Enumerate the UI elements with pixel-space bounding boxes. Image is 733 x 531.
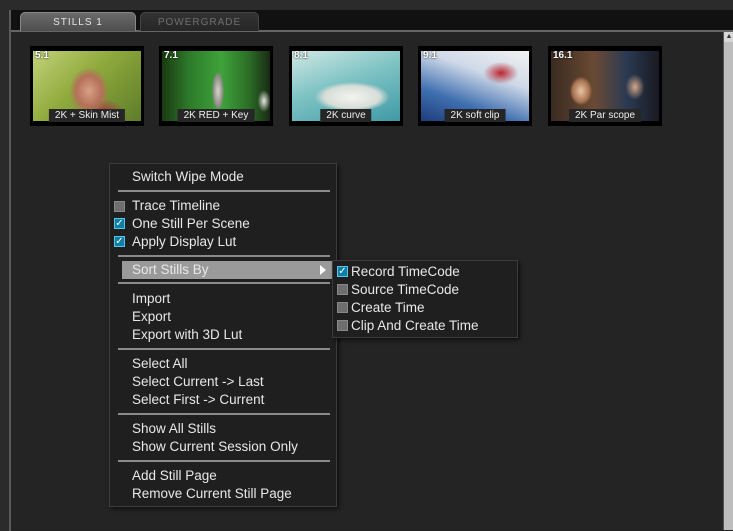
checkbox-checked-icon[interactable]: ✓ [114,218,125,229]
tab-powergrade[interactable]: POWERGRADE [140,12,259,31]
sort-submenu: ✓ Record TimeCode Source TimeCode Create… [332,260,518,338]
submenu-item-source-timecode[interactable]: Source TimeCode [351,281,459,299]
menu-separator [118,255,330,257]
menu-item-select-current-last[interactable]: Select Current -> Last [132,373,264,391]
checkbox-checked-icon[interactable]: ✓ [337,266,348,277]
checkbox-unchecked-icon[interactable] [337,302,348,313]
menu-item-show-current-session[interactable]: Show Current Session Only [132,438,298,456]
still-number: 9.1 [423,50,437,61]
menu-separator [118,190,330,192]
submenu-item-clip-and-create-time[interactable]: Clip And Create Time [351,317,479,335]
gallery-scrollbar[interactable]: ▲ [723,32,733,530]
menu-item-apply-display-lut[interactable]: Apply Display Lut [132,233,236,251]
menu-item-switch-wipe-mode[interactable]: Switch Wipe Mode [132,168,244,186]
still-thumbnail[interactable]: 8.1 2K curve [289,46,403,126]
still-number: 5.1 [35,50,49,61]
still-thumbnail[interactable]: 7.1 2K RED + Key [159,46,273,126]
still-number: 16.1 [553,50,573,61]
menu-separator [118,460,330,462]
tab-stills-1[interactable]: STILLS 1 [20,12,136,31]
still-label: 2K curve [320,109,372,122]
menu-item-one-still-per-scene[interactable]: One Still Per Scene [132,215,250,233]
menu-item-show-all-stills[interactable]: Show All Stills [132,420,216,438]
menu-item-select-all[interactable]: Select All [132,355,188,373]
menu-separator [118,413,330,415]
context-menu: Switch Wipe Mode Trace Timeline ✓ One St… [109,163,337,507]
scroll-up-icon[interactable]: ▲ [724,32,733,42]
menu-item-trace-timeline[interactable]: Trace Timeline [132,197,220,215]
menu-item-import[interactable]: Import [132,290,170,308]
checkbox-unchecked-icon[interactable] [114,201,125,212]
checkbox-unchecked-icon[interactable] [337,320,348,331]
menu-item-add-still-page[interactable]: Add Still Page [132,467,217,485]
still-label: 2K soft clip [444,109,506,122]
checkbox-checked-icon[interactable]: ✓ [114,236,125,247]
still-label: 2K RED + Key [177,109,255,122]
menu-item-export[interactable]: Export [132,308,171,326]
still-label: 2K + Skin Mist [48,109,126,122]
submenu-item-record-timecode[interactable]: Record TimeCode [351,263,460,281]
still-thumbnail[interactable]: 5.1 2K + Skin Mist [30,46,144,126]
menu-item-export-3d-lut[interactable]: Export with 3D Lut [132,326,242,344]
still-thumbnail[interactable]: 16.1 2K Par scope [548,46,662,126]
submenu-arrow-icon [320,265,326,275]
menu-separator [118,282,330,284]
checkbox-unchecked-icon[interactable] [337,284,348,295]
menu-separator [118,348,330,350]
menu-item-select-first-current[interactable]: Select First -> Current [132,391,264,409]
still-thumbnail[interactable]: 9.1 2K soft clip [418,46,532,126]
still-number: 7.1 [164,50,178,61]
submenu-item-create-time[interactable]: Create Time [351,299,425,317]
menu-item-sort-stills-by[interactable]: Sort Stills By [132,261,209,279]
menu-item-remove-still-page[interactable]: Remove Current Still Page [132,485,292,503]
still-number: 8.1 [294,50,308,61]
gallery-tab-bar: STILLS 1 POWERGRADE [11,10,733,32]
still-label: 2K Par scope [568,109,642,122]
